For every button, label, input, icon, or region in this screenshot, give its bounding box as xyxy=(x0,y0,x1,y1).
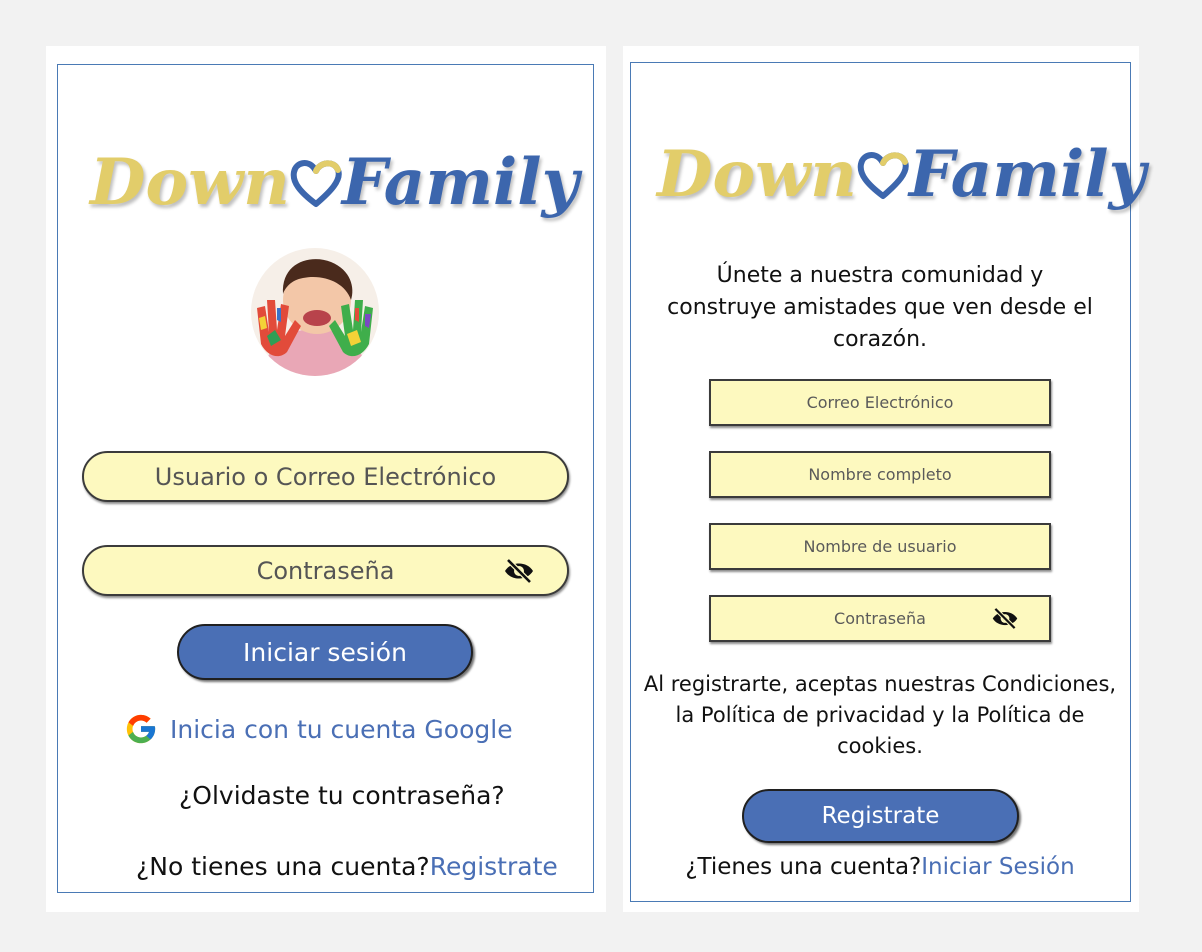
heart-icon xyxy=(857,152,909,199)
register-button-label: Registrate xyxy=(821,803,940,829)
login-card: Down Family Usuario o Correo Electrónico… xyxy=(46,46,606,912)
username-or-email-input[interactable]: Usuario o Correo Electrónico xyxy=(82,451,569,502)
password-field[interactable]: Contraseña xyxy=(709,595,1051,642)
terms-line-2: la Política de privacidad y la Política … xyxy=(675,703,1085,727)
heart-icon xyxy=(290,160,342,207)
eye-slash-icon[interactable] xyxy=(991,607,1019,630)
terms-line-1: Al registrarte, aceptas nuestras Condici… xyxy=(643,672,1117,696)
password-input[interactable]: Contraseña xyxy=(82,545,569,596)
google-login-label: Inicia con tu cuenta Google xyxy=(170,714,513,744)
intro-line-2: construye amistades que ven desde el xyxy=(667,295,1093,320)
login-logo: Down Family xyxy=(90,145,579,220)
email-field[interactable]: Correo Electrónico xyxy=(709,379,1051,426)
username-or-email-placeholder: Usuario o Correo Electrónico xyxy=(154,462,497,491)
email-placeholder: Correo Electrónico xyxy=(806,393,954,412)
intro-text: Únete a nuestra comunidad y construye am… xyxy=(631,260,1129,356)
no-account-text: ¿No tienes una cuenta? xyxy=(136,852,430,881)
password-placeholder: Contraseña xyxy=(834,609,926,628)
google-icon xyxy=(126,714,156,744)
username-field[interactable]: Nombre de usuario xyxy=(709,523,1051,570)
register-button[interactable]: Registrate xyxy=(742,789,1019,843)
forgot-password-link[interactable]: ¿Olvidaste tu contraseña? xyxy=(179,781,505,810)
avatar xyxy=(251,248,379,376)
register-screen: Down Family Únete a nuestra comunidad y c… xyxy=(630,62,1146,902)
login-button[interactable]: Iniciar sesión xyxy=(177,624,473,680)
no-account-row: ¿No tienes una cuenta?Registrate xyxy=(136,852,558,881)
intro-line-1: Únete a nuestra comunidad y xyxy=(716,263,1044,288)
fullname-field[interactable]: Nombre completo xyxy=(709,451,1051,498)
terms-line-3: cookies. xyxy=(837,734,923,758)
login-button-label: Iniciar sesión xyxy=(243,637,407,667)
register-card: Down Family Únete a nuestra comunidad y c… xyxy=(623,46,1146,912)
avatar-photo xyxy=(251,248,379,376)
fullname-placeholder: Nombre completo xyxy=(808,465,952,484)
login-link[interactable]: Iniciar Sesión xyxy=(921,854,1074,880)
have-account-text: ¿Tienes una cuenta? xyxy=(685,854,922,880)
have-account-row: ¿Tienes una cuenta?Iniciar Sesión xyxy=(631,854,1129,880)
register-link[interactable]: Registrate xyxy=(430,852,558,881)
google-login-link[interactable]: Inicia con tu cuenta Google xyxy=(124,709,513,749)
login-screen: Down Family Usuario o Correo Electrónico… xyxy=(57,64,594,893)
register-logo: Down Family xyxy=(657,137,1146,212)
logo-family-text: Family xyxy=(908,137,1146,212)
terms-text: Al registrarte, aceptas nuestras Condici… xyxy=(631,669,1129,762)
logo-family-text: Family xyxy=(341,145,579,220)
username-placeholder: Nombre de usuario xyxy=(803,537,957,556)
logo-down-text: Down xyxy=(657,137,857,212)
logo-down-text: Down xyxy=(90,145,290,220)
password-placeholder: Contraseña xyxy=(256,556,395,585)
eye-slash-icon[interactable] xyxy=(503,558,535,584)
intro-line-3: corazón. xyxy=(832,327,928,352)
